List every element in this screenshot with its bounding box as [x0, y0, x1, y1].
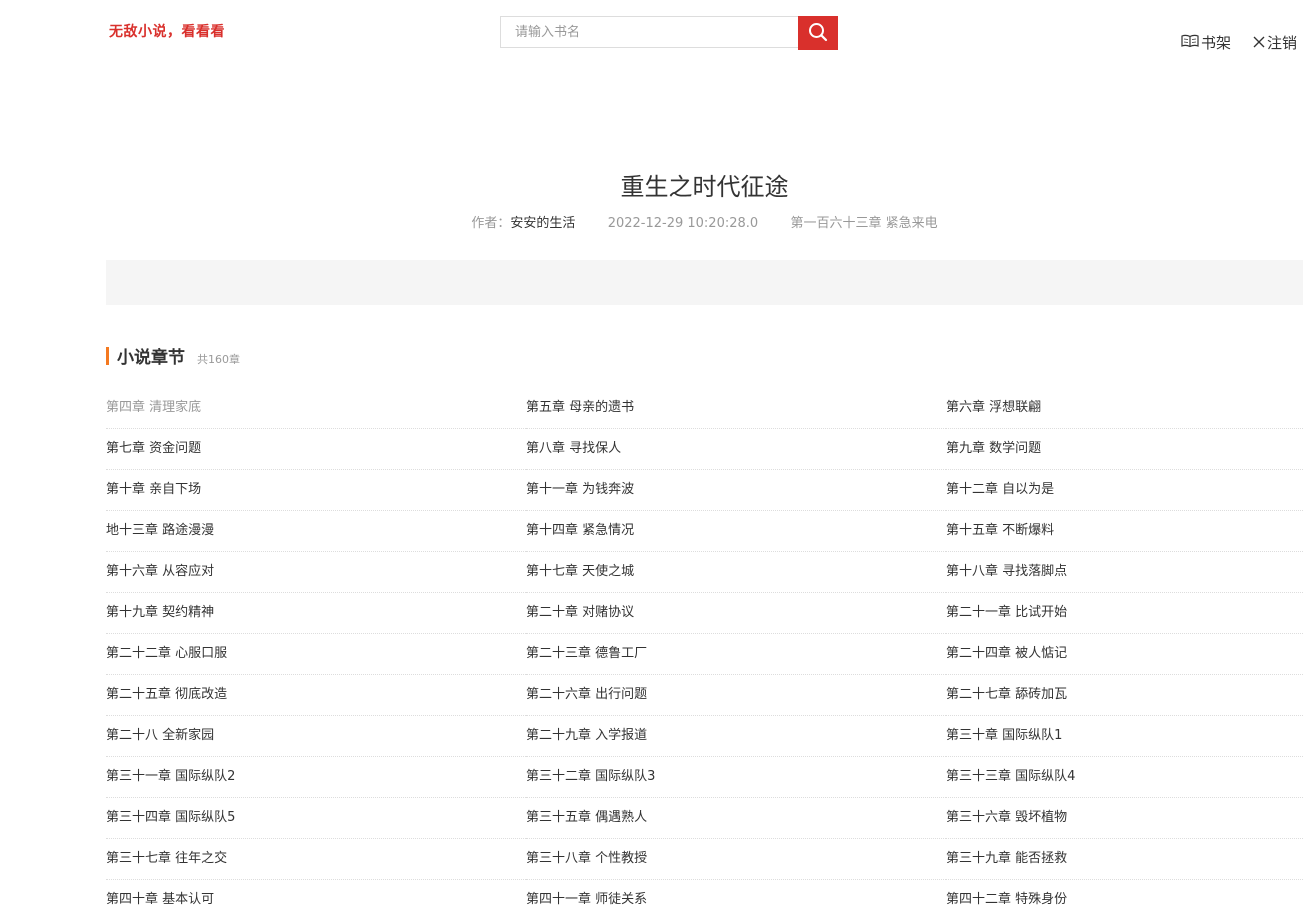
section-title: 小说章节	[117, 348, 185, 368]
chapter-link[interactable]: 第四章 清理家底	[106, 388, 526, 429]
section-accent-bar	[106, 346, 109, 365]
top-links: 书架 注销	[1181, 32, 1297, 53]
update-time: 2022-12-29 10:20:28.0	[607, 216, 759, 231]
chapter-link[interactable]: 第三十六章 毁坏植物	[946, 798, 1303, 839]
chapter-link[interactable]: 第三十七章 往年之交	[106, 839, 526, 880]
chapter-link[interactable]: 第八章 寻找保人	[526, 429, 946, 470]
chapter-link[interactable]: 第四十二章 特殊身份	[946, 880, 1303, 910]
chapter-link[interactable]: 第二十章 对赌协议	[526, 593, 946, 634]
chapter-link[interactable]: 第九章 数学问题	[946, 429, 1303, 470]
chapter-link[interactable]: 第五章 母亲的遗书	[526, 388, 946, 429]
book-open-icon	[1181, 34, 1199, 52]
chapters-section-header: 小说章节 共160章	[106, 343, 240, 368]
chapter-link[interactable]: 第十一章 为钱奔波	[526, 470, 946, 511]
author-label: 作者：	[471, 216, 511, 231]
chapter-link[interactable]: 第三十三章 国际纵队4	[946, 757, 1303, 798]
chapter-link[interactable]: 第七章 资金问题	[106, 429, 526, 470]
chapter-link[interactable]: 第三十章 国际纵队1	[946, 716, 1303, 757]
chapter-link[interactable]: 第十七章 天使之城	[526, 552, 946, 593]
search-input[interactable]	[500, 16, 798, 48]
chapter-count: 共160章	[197, 353, 240, 366]
chapter-link[interactable]: 第三十四章 国际纵队5	[106, 798, 526, 839]
chapter-link[interactable]: 第十四章 紧急情况	[526, 511, 946, 552]
chapter-link[interactable]: 第四十章 基本认可	[106, 880, 526, 910]
chapter-link[interactable]: 第十五章 不断爆料	[946, 511, 1303, 552]
search-button[interactable]	[798, 16, 838, 50]
chapter-link[interactable]: 第二十二章 心服口服	[106, 634, 526, 675]
chapter-link[interactable]: 第二十九章 入学报道	[526, 716, 946, 757]
chapter-link[interactable]: 第二十四章 被人惦记	[946, 634, 1303, 675]
chapter-link[interactable]: 第二十七章 舔砖加瓦	[946, 675, 1303, 716]
chapter-link[interactable]: 第二十五章 彻底改造	[106, 675, 526, 716]
chapter-link[interactable]: 第十九章 契约精神	[106, 593, 526, 634]
bookshelf-label: 书架	[1201, 34, 1232, 52]
chapter-link[interactable]: 第三十八章 个性教授	[526, 839, 946, 880]
chapter-link[interactable]: 第二十八 全新家园	[106, 716, 526, 757]
close-icon	[1253, 34, 1265, 52]
site-logo[interactable]: 无敌小说，看看看	[109, 21, 225, 41]
chapter-link[interactable]: 第十章 亲自下场	[106, 470, 526, 511]
logout-label: 注销	[1267, 34, 1298, 52]
chapter-link[interactable]: 第三十五章 偶遇熟人	[526, 798, 946, 839]
chapter-link[interactable]: 第十六章 从容应对	[106, 552, 526, 593]
chapter-link[interactable]: 第四十一章 师徒关系	[526, 880, 946, 910]
chapter-link[interactable]: 第三十二章 国际纵队3	[526, 757, 946, 798]
page: 无敌小说，看看看 书架	[0, 0, 1303, 910]
chapter-link[interactable]: 第三十九章 能否拯救	[946, 839, 1303, 880]
chapter-link[interactable]: 第三十一章 国际纵队2	[106, 757, 526, 798]
latest-chapter-link[interactable]: 第一百六十三章 紧急来电	[790, 216, 937, 231]
chapter-list: 第四章 清理家底 第五章 母亲的遗书 第六章 浮想联翩 第七章 资金问题 第八章…	[106, 388, 1303, 910]
search-icon	[808, 22, 828, 45]
chapter-link[interactable]: 第二十六章 出行问题	[526, 675, 946, 716]
chapter-link[interactable]: 第二十三章 德鲁工厂	[526, 634, 946, 675]
chapter-link[interactable]: 第十二章 自以为是	[946, 470, 1303, 511]
chapter-link[interactable]: 地十三章 路途漫漫	[106, 511, 526, 552]
logout-link[interactable]: 注销	[1253, 32, 1297, 53]
author-name[interactable]: 安安的生活	[510, 216, 575, 231]
book-title: 重生之时代征途	[620, 173, 789, 201]
bookshelf-link[interactable]: 书架	[1181, 32, 1231, 53]
chapter-link[interactable]: 第六章 浮想联翩	[946, 388, 1303, 429]
info-banner	[106, 260, 1303, 305]
chapter-link[interactable]: 第十八章 寻找落脚点	[946, 552, 1303, 593]
chapter-link[interactable]: 第二十一章 比试开始	[946, 593, 1303, 634]
book-meta: 作者：安安的生活 2022-12-29 10:20:28.0 第一百六十三章 紧…	[106, 212, 1303, 231]
